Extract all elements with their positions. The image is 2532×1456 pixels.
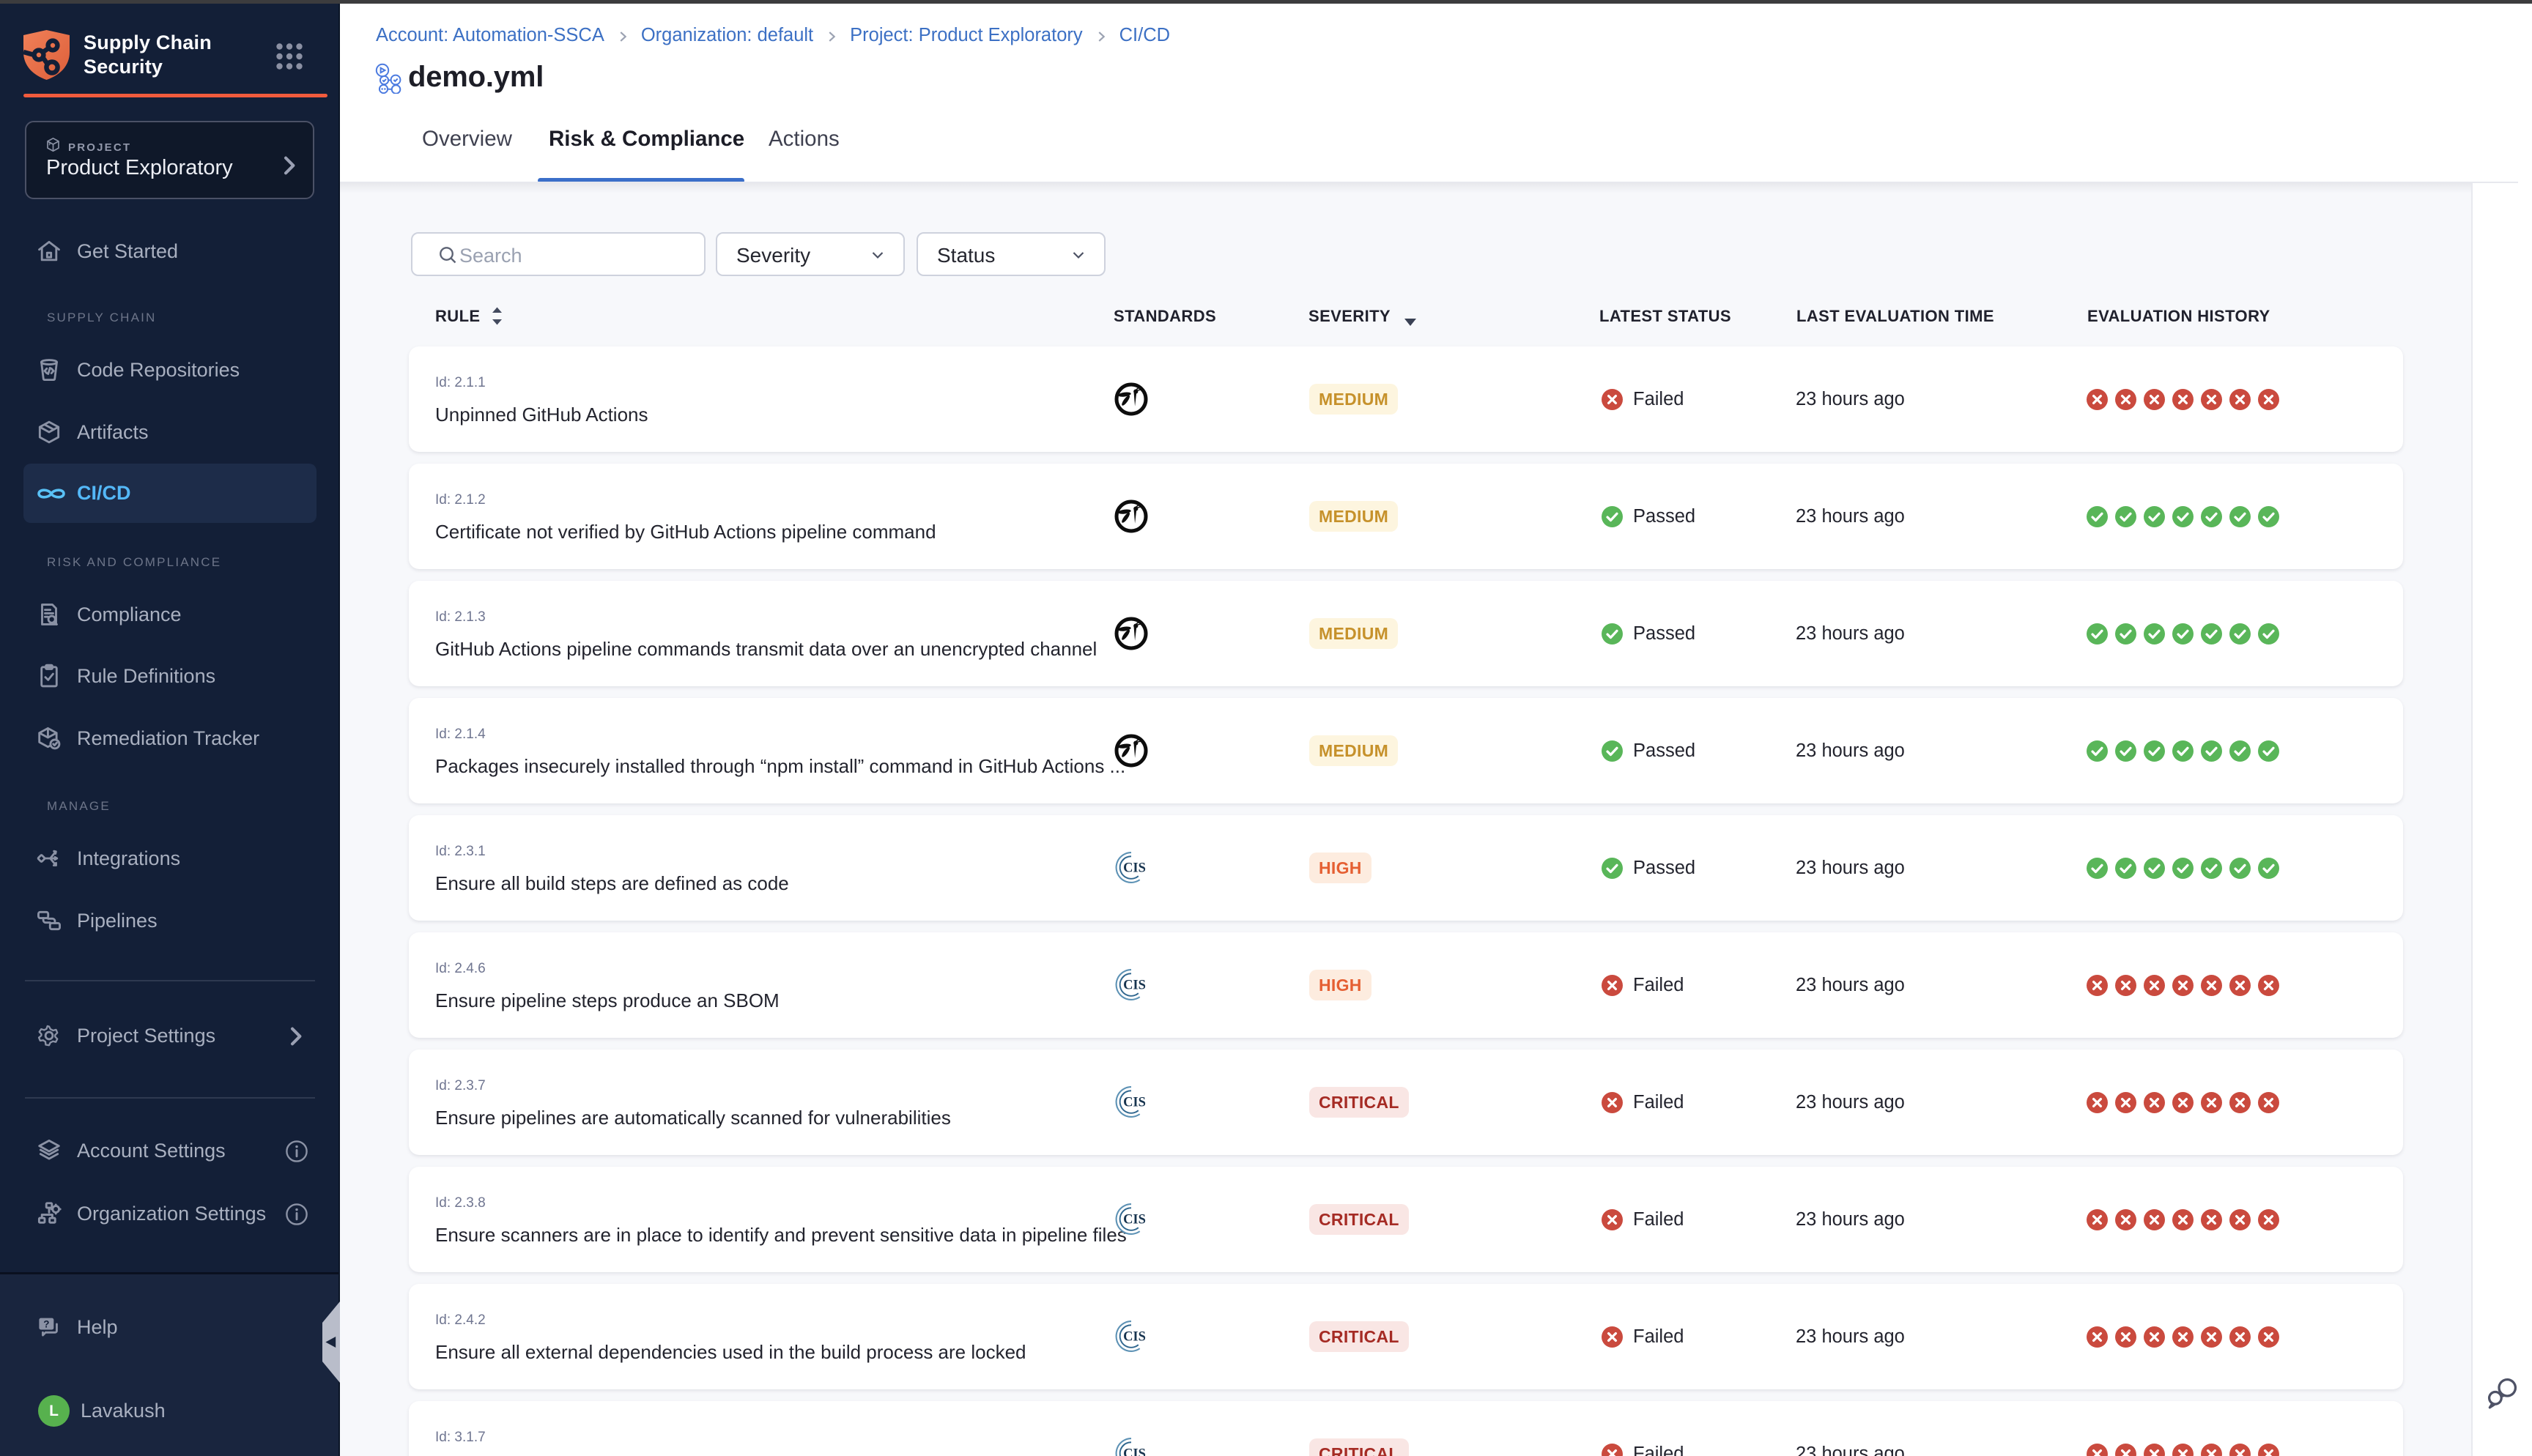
svg-text:CIS: CIS: [1123, 861, 1146, 876]
svg-text:CIS: CIS: [1123, 1447, 1146, 1456]
svg-text:?: ?: [43, 1318, 49, 1329]
svg-text:CIS: CIS: [1123, 1213, 1146, 1227]
svg-text:CIS: CIS: [1123, 1096, 1146, 1110]
svg-text:CIS: CIS: [1123, 978, 1146, 993]
svg-text:CIS: CIS: [1123, 1330, 1146, 1345]
